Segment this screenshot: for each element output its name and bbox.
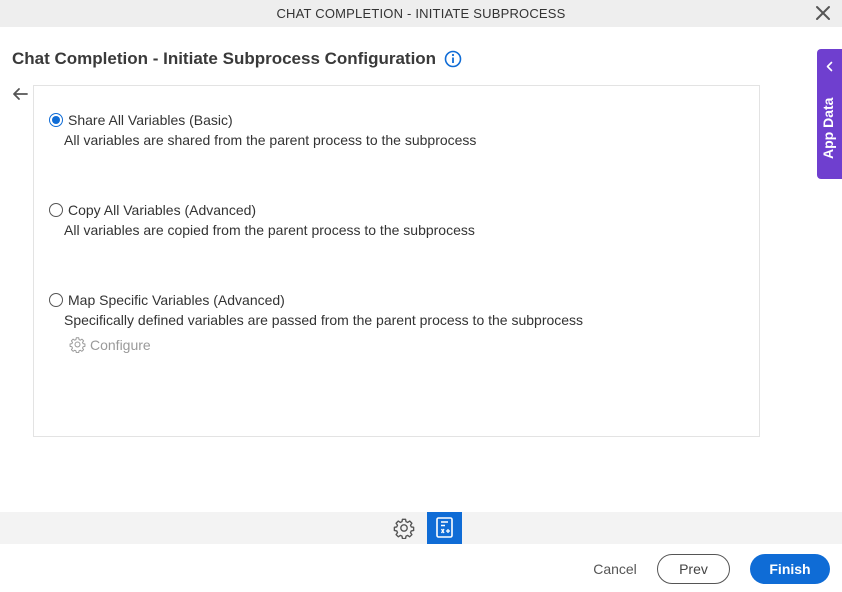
window-title: CHAT COMPLETION - INITIATE SUBPROCESS [276, 6, 566, 21]
bottom-toolbar [0, 512, 842, 544]
configure-label: Configure [90, 336, 151, 353]
option-copy-all: Copy All Variables (Advanced) All variab… [49, 202, 475, 238]
cancel-button[interactable]: Cancel [588, 554, 642, 584]
share-all-radio-row[interactable]: Share All Variables (Basic) [49, 112, 476, 128]
option-description: Specifically defined variables are passe… [64, 312, 584, 328]
finish-button[interactable]: Finish [750, 554, 830, 584]
copy-all-radio[interactable] [49, 203, 63, 217]
option-label: Copy All Variables (Advanced) [68, 202, 257, 218]
option-label: Map Specific Variables (Advanced) [68, 292, 285, 308]
app-data-label: App Data [820, 97, 836, 159]
option-description: All variables are copied from the parent… [64, 222, 475, 238]
copy-all-radio-row[interactable]: Copy All Variables (Advanced) [49, 202, 475, 218]
info-icon[interactable] [444, 50, 462, 68]
variables-tab-button[interactable] [427, 512, 462, 544]
close-icon[interactable] [814, 4, 832, 22]
gear-icon [69, 337, 86, 353]
prev-button[interactable]: Prev [657, 554, 730, 584]
app-data-panel-toggle[interactable]: App Data [817, 49, 842, 179]
option-share-all: Share All Variables (Basic) All variable… [49, 112, 476, 148]
option-description: All variables are shared from the parent… [64, 132, 477, 148]
arrow-left-icon[interactable] [11, 86, 29, 102]
variables-options-panel: Share All Variables (Basic) All variable… [33, 85, 760, 437]
page-title: Chat Completion - Initiate Subprocess Co… [12, 49, 437, 68]
map-specific-radio-row[interactable]: Map Specific Variables (Advanced) [49, 292, 583, 308]
document-variables-icon [435, 517, 453, 538]
chevron-left-icon [826, 61, 833, 72]
page-heading: Chat Completion - Initiate Subprocess Co… [12, 49, 462, 69]
option-map-specific: Map Specific Variables (Advanced) Specif… [49, 292, 583, 353]
share-all-radio[interactable] [49, 113, 63, 127]
gear-icon[interactable] [393, 517, 415, 539]
configure-button[interactable]: Configure [69, 336, 583, 353]
title-bar: CHAT COMPLETION - INITIATE SUBPROCESS [0, 0, 842, 27]
map-specific-radio[interactable] [49, 293, 63, 307]
option-label: Share All Variables (Basic) [68, 112, 233, 128]
